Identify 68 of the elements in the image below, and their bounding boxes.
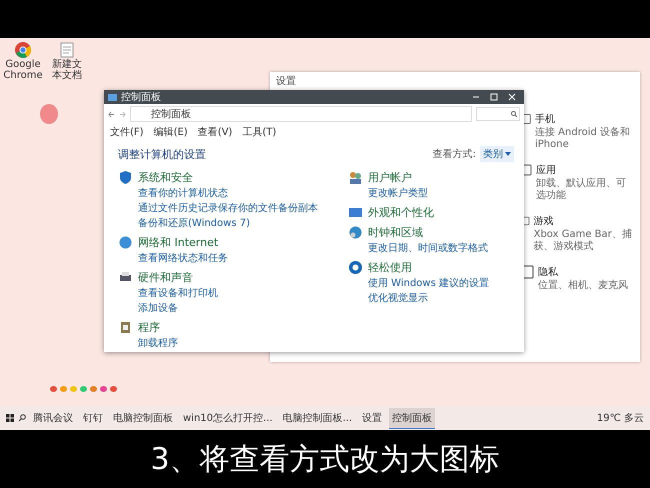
taskbar-app[interactable]: win10怎么打开控... <box>180 408 276 428</box>
taskbar-app[interactable]: 电脑控制面板 <box>110 408 176 428</box>
windows-start-icon[interactable] <box>6 414 14 422</box>
category-title-link[interactable]: 时钟和区域 <box>368 225 488 240</box>
taskbar-app[interactable]: 设置 <box>359 408 386 428</box>
chrome-icon[interactable] <box>15 42 31 58</box>
category-link[interactable]: 查看网络状态和任务 <box>138 251 228 265</box>
menu-item[interactable]: 编辑(E) <box>154 125 188 139</box>
desktop-icon-label[interactable]: 新建文本文档 <box>48 59 86 81</box>
menu-item[interactable]: 文件(F) <box>110 125 144 139</box>
category-link[interactable]: 卸载程序 <box>138 336 178 350</box>
view-by-dropdown[interactable]: 类别 <box>480 146 514 162</box>
category-title-link[interactable]: 轻松使用 <box>368 260 489 275</box>
category-link[interactable]: 优化视觉显示 <box>368 291 489 305</box>
control-panel-icon <box>108 94 117 100</box>
weather-text: 19℃ 多云 <box>596 412 644 425</box>
close-icon[interactable] <box>508 93 516 101</box>
category-title-link[interactable]: 用户帐户 <box>368 170 428 185</box>
settings-item-description: 连接 Android 设备和 iPhone <box>535 127 632 151</box>
network-icon[interactable] <box>118 235 133 250</box>
search-icon[interactable] <box>18 414 26 422</box>
shield-icon[interactable] <box>118 170 133 185</box>
settings-item-description: 位置、相机、麦克风 <box>538 280 628 292</box>
category-link[interactable]: 添加设备 <box>138 301 218 315</box>
document-icon[interactable] <box>60 42 74 58</box>
programs-icon[interactable] <box>118 320 133 335</box>
category-title-link[interactable]: 程序 <box>138 320 178 335</box>
category-title-link[interactable]: 系统和安全 <box>138 170 318 185</box>
category-link[interactable]: 更改帐户类型 <box>368 186 428 200</box>
category-title-link[interactable]: 外观和个性化 <box>368 205 434 220</box>
search-field[interactable] <box>476 107 520 121</box>
back-icon[interactable] <box>108 110 115 118</box>
subtitle-caption: 3、将查看方式改为大图标 <box>150 440 500 478</box>
category-link[interactable]: 通过文件历史记录保存你的文件备份副本 <box>138 201 318 215</box>
view-by-label: 查看方式: <box>432 148 476 161</box>
dots-drawing <box>50 386 117 392</box>
settings-item-title[interactable]: 游戏 <box>534 214 634 228</box>
menu-item[interactable]: 查看(V) <box>198 125 232 139</box>
category-link[interactable]: 使用 Windows 建议的设置 <box>368 276 489 290</box>
category-title-link[interactable]: 硬件和声音 <box>138 270 218 285</box>
search-icon <box>511 111 517 117</box>
settings-item-title[interactable]: 应用 <box>536 163 634 177</box>
taskbar-app[interactable]: 钉钉 <box>80 408 106 428</box>
menu-item[interactable]: 工具(T) <box>242 125 276 139</box>
window-title: 控制面板 <box>121 90 161 104</box>
settings-item-title[interactable]: 隐私 <box>538 265 628 279</box>
window-title: 设置 <box>276 76 296 87</box>
category-link[interactable]: 查看你的计算机状态 <box>138 186 318 200</box>
address-bar[interactable]: 控制面板 <box>130 106 472 122</box>
category-link[interactable]: 备份和还原(Windows 7) <box>138 216 318 230</box>
ease-icon[interactable] <box>348 260 363 275</box>
category-title-link[interactable]: 网络和 Internet <box>138 235 228 250</box>
monitor-icon[interactable] <box>348 205 363 220</box>
taskbar-app[interactable]: 电脑控制面板... <box>280 408 356 428</box>
taskbar-app[interactable]: 控制面板 <box>389 408 436 428</box>
settings-item-title[interactable]: 手机 <box>535 112 634 126</box>
category-link[interactable]: 更改日期、时间或数字格式 <box>368 241 488 255</box>
users-icon[interactable] <box>348 170 363 185</box>
maximize-icon[interactable] <box>490 93 498 101</box>
category-link[interactable]: 查看设备和打印机 <box>138 286 218 300</box>
taskbar-app[interactable]: 腾讯会议 <box>30 408 76 428</box>
page-heading: 调整计算机的设置 <box>118 146 207 162</box>
desktop-icon-label[interactable]: Google Chrome <box>3 59 43 81</box>
balloon-drawing <box>40 104 58 124</box>
caret-icon <box>505 152 511 156</box>
settings-item-description: 卸载、默认应用、可选功能 <box>536 178 627 202</box>
globe-icon[interactable] <box>348 225 363 240</box>
settings-item-description: Xbox Game Bar、捕获、游戏模式 <box>534 229 633 253</box>
